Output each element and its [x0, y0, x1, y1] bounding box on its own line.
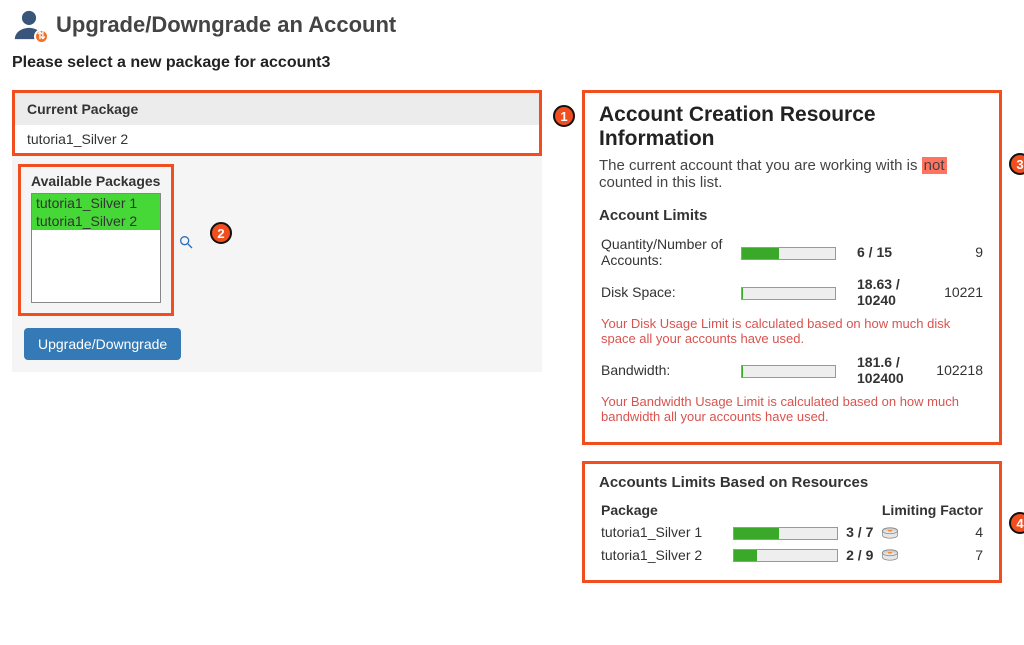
left-panel: Current Package tutoria1_Silver 2 1 Avai… — [12, 90, 542, 372]
resource-limits-title: Accounts Limits Based on Resources — [599, 474, 985, 491]
disk-warning: Your Disk Usage Limit is calculated base… — [599, 312, 985, 350]
account-limits-table: Quantity/Number of Accounts: 6 / 15 9 Di… — [599, 232, 985, 428]
row-gauge — [733, 549, 838, 562]
resource-limits-box: Accounts Limits Based on Resources Packa… — [582, 461, 1002, 583]
current-package-value: tutoria1_Silver 2 — [15, 125, 539, 153]
row-ratio: 3 / 7 — [846, 524, 873, 540]
callout-2: 2 — [210, 222, 232, 244]
disk-icon — [881, 527, 899, 541]
current-package-label: Current Package — [15, 93, 539, 125]
package-option[interactable]: tutoria1_Silver 1 — [32, 194, 160, 212]
callout-3: 3 — [1009, 153, 1024, 175]
disk-icon — [881, 549, 899, 563]
limit-value: 18.63 / 10240 — [855, 272, 925, 312]
limit-bar — [741, 247, 836, 260]
table-row: tutoria1_Silver 2 2 / 9 7 — [599, 544, 985, 566]
limit-free: 9 — [925, 232, 985, 272]
account-limits-heading: Account Limits — [599, 207, 985, 224]
limit-free: 10221 — [925, 272, 985, 312]
col-package: Package — [599, 499, 731, 521]
resource-limits-table: Package Limiting Factor tutoria1_Silver … — [599, 499, 985, 566]
current-package-box: Current Package tutoria1_Silver 2 1 — [12, 90, 542, 156]
row-gauge — [733, 527, 838, 540]
row-free: 7 — [945, 544, 985, 566]
row-package-name: tutoria1_Silver 2 — [599, 544, 731, 566]
limit-value: 181.6 / 102400 — [855, 350, 925, 390]
limit-label: Disk Space: — [599, 272, 739, 312]
page-subtitle: Please select a new package for account3 — [12, 54, 1012, 72]
resource-info-title: Account Creation Resource Information — [599, 103, 985, 151]
callout-4: 4 — [1009, 512, 1024, 534]
bandwidth-warning: Your Bandwidth Usage Limit is calculated… — [599, 390, 985, 428]
limit-bar — [741, 365, 836, 378]
row-package-name: tutoria1_Silver 1 — [599, 521, 731, 543]
search-icon[interactable] — [178, 234, 194, 253]
limit-value: 6 / 15 — [855, 232, 925, 272]
limit-free: 102218 — [925, 350, 985, 390]
available-packages-list[interactable]: tutoria1_Silver 1 tutoria1_Silver 2 — [31, 193, 161, 303]
upgrade-downgrade-button[interactable]: Upgrade/Downgrade — [24, 328, 181, 360]
limit-bar — [741, 287, 836, 300]
limit-label: Bandwidth: — [599, 350, 739, 390]
package-option[interactable]: tutoria1_Silver 2 — [32, 212, 160, 230]
available-packages-label: Available Packages — [31, 173, 161, 189]
callout-1: 1 — [553, 105, 575, 127]
page-title: Upgrade/Downgrade an Account — [56, 12, 396, 38]
user-icon: ⇅ — [12, 8, 46, 42]
available-packages-box: Available Packages tutoria1_Silver 1 tut… — [18, 164, 174, 316]
user-icon-badge: ⇅ — [34, 29, 49, 44]
resource-info-desc: The current account that you are working… — [599, 157, 985, 191]
col-limiting-factor: Limiting Factor — [731, 499, 985, 521]
limit-label: Quantity/Number of Accounts: — [599, 232, 739, 272]
resource-info-box: Account Creation Resource Information Th… — [582, 90, 1002, 445]
row-ratio: 2 / 9 — [846, 547, 873, 563]
page-header: ⇅ Upgrade/Downgrade an Account — [12, 8, 1012, 42]
table-row: tutoria1_Silver 1 3 / 7 4 — [599, 521, 985, 543]
row-free: 4 — [945, 521, 985, 543]
